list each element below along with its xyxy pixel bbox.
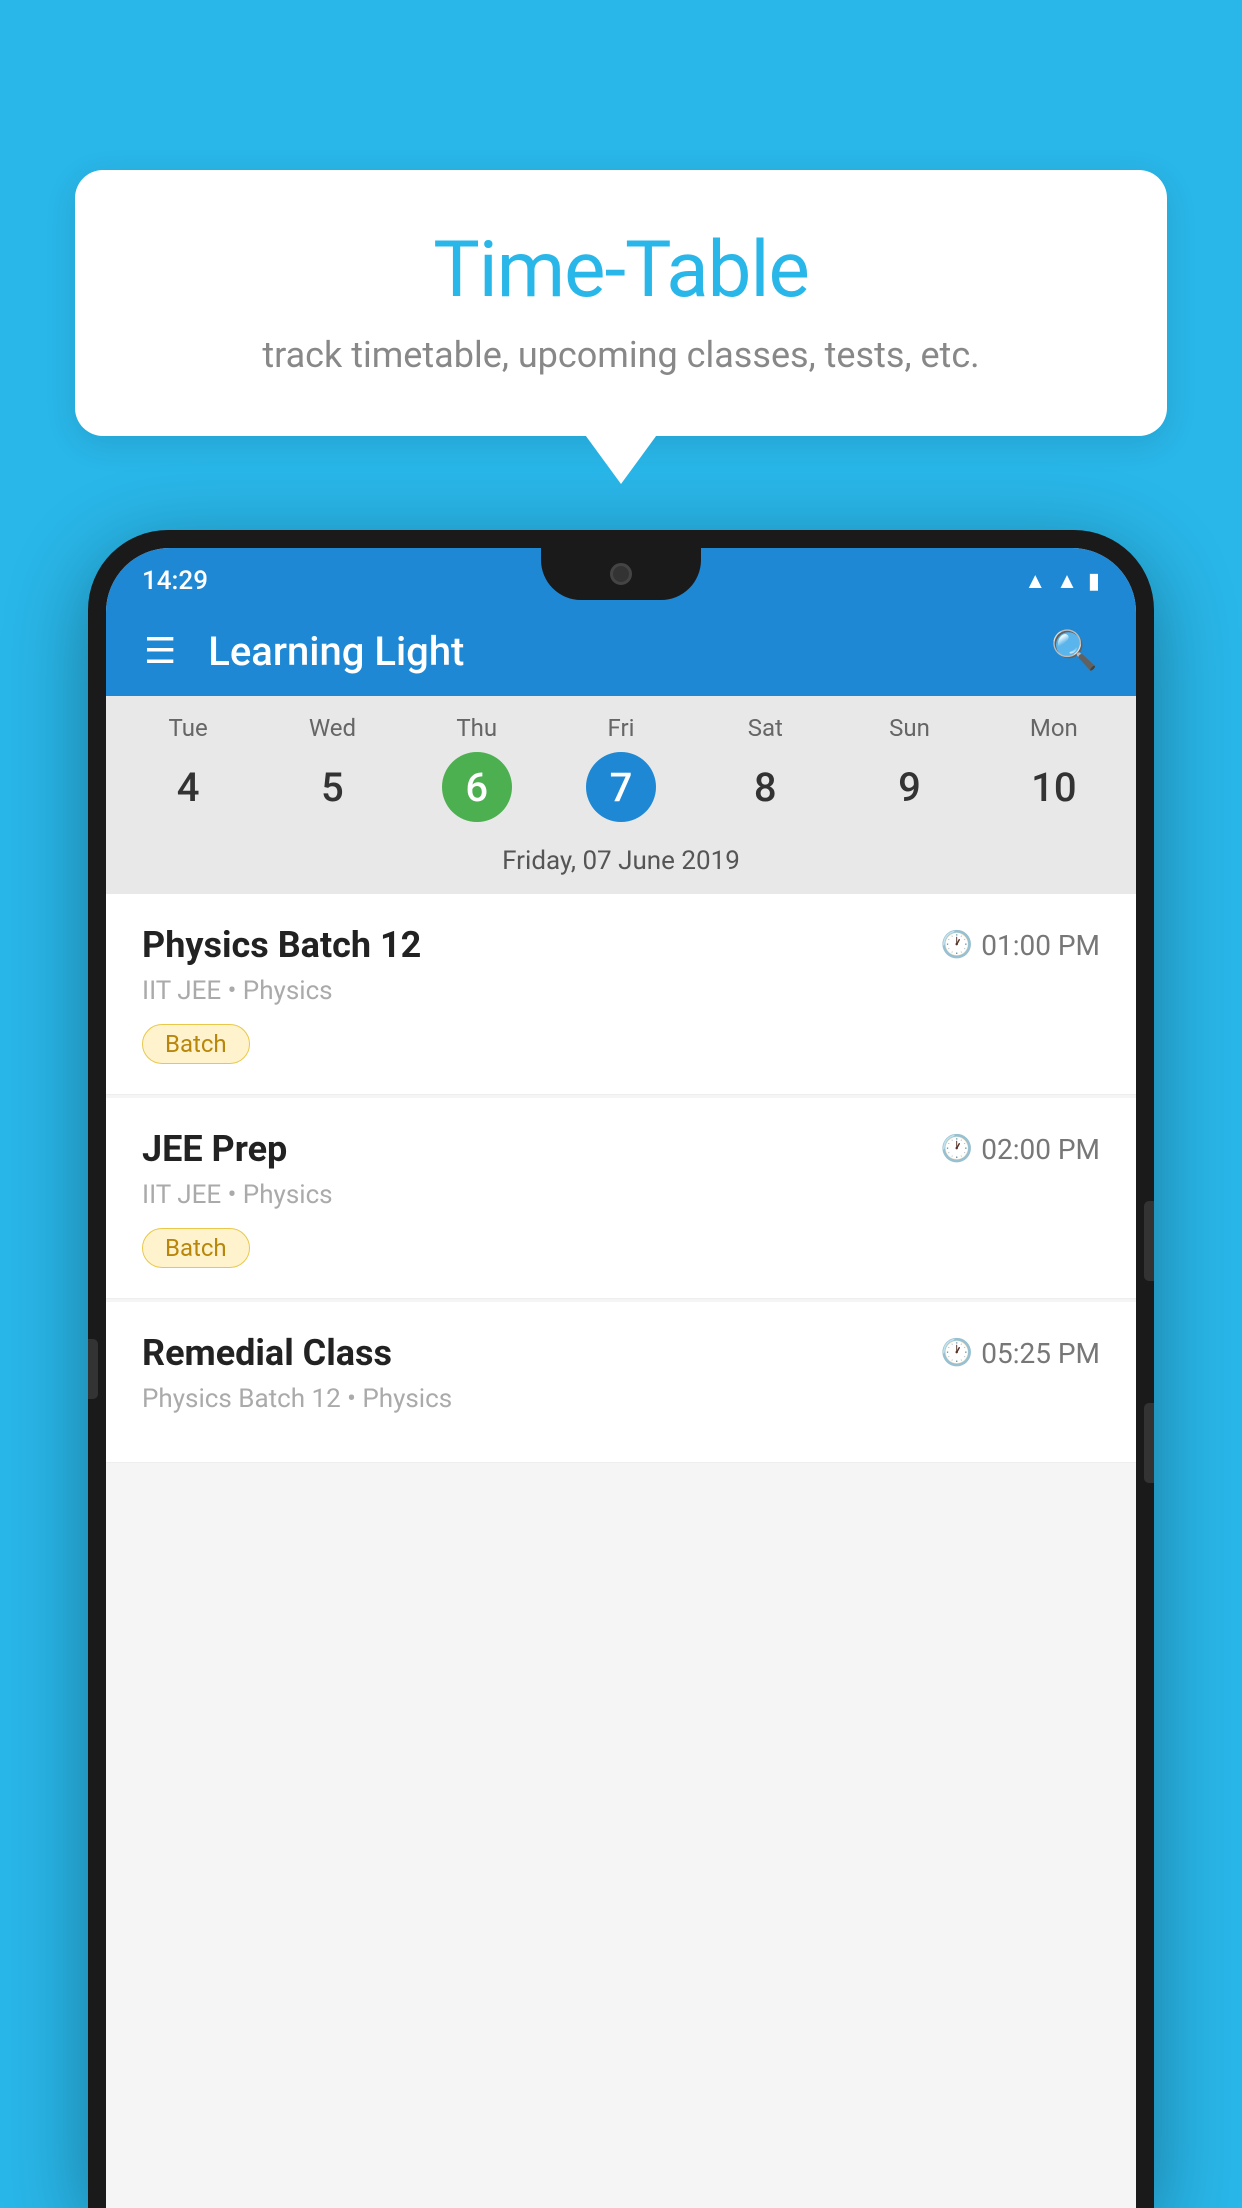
calendar-day-sat[interactable]: Sat 8 [700, 714, 830, 832]
app-bar: ☰ Learning Light 🔍 [106, 606, 1136, 696]
day-label-wed: Wed [309, 714, 356, 742]
day-label-tue: Tue [169, 714, 208, 742]
day-label-sat: Sat [748, 714, 783, 742]
app-title: Learning Light [208, 628, 1018, 675]
phone-frame: 14:29 ▲ ▲ ▮ ☰ Learning Light 🔍 Tue 4 Wed [88, 530, 1154, 2208]
front-camera [610, 563, 632, 585]
day-number-6: 6 [442, 752, 512, 822]
wifi-icon: ▲ [1024, 568, 1046, 594]
schedule-time-1: 🕐 01:00 PM [941, 929, 1100, 962]
schedule-item-remedial[interactable]: Remedial Class 🕐 05:25 PM Physics Batch … [106, 1302, 1136, 1463]
schedule-subtitle-3: Physics Batch 12 • Physics [142, 1384, 1100, 1414]
schedule-item-physics-batch[interactable]: Physics Batch 12 🕐 01:00 PM IIT JEE • Ph… [106, 894, 1136, 1095]
day-label-mon: Mon [1030, 714, 1078, 742]
hamburger-menu-icon[interactable]: ☰ [136, 622, 184, 680]
calendar-day-row: Tue 4 Wed 5 Thu 6 Fri 7 Sat 8 [106, 714, 1136, 832]
batch-badge-1: Batch [142, 1024, 250, 1064]
schedule-time-2: 🕐 02:00 PM [941, 1133, 1100, 1166]
calendar-day-tue[interactable]: Tue 4 [123, 714, 253, 832]
speech-bubble-title: Time-Table [135, 225, 1107, 316]
day-number-7: 7 [586, 752, 656, 822]
selected-date-label: Friday, 07 June 2019 [106, 832, 1136, 894]
schedule-item-header-1: Physics Batch 12 🕐 01:00 PM [142, 924, 1100, 966]
day-number-9: 9 [875, 752, 945, 822]
schedule-time-3: 🕐 05:25 PM [941, 1337, 1100, 1370]
speech-bubble-subtitle: track timetable, upcoming classes, tests… [135, 334, 1107, 376]
clock-icon-1: 🕐 [941, 930, 973, 960]
schedule-title-2: JEE Prep [142, 1128, 287, 1170]
phone-power-button [1144, 1201, 1154, 1281]
clock-icon-3: 🕐 [941, 1338, 973, 1368]
schedule-item-header-2: JEE Prep 🕐 02:00 PM [142, 1128, 1100, 1170]
schedule-title-3: Remedial Class [142, 1332, 392, 1374]
day-number-10: 10 [1019, 752, 1089, 822]
calendar-day-thu[interactable]: Thu 6 [412, 714, 542, 832]
batch-badge-2: Batch [142, 1228, 250, 1268]
status-icons: ▲ ▲ ▮ [1024, 568, 1100, 594]
phone-notch [541, 548, 701, 600]
phone-power-button-2 [1144, 1403, 1154, 1483]
schedule-subtitle-2: IIT JEE • Physics [142, 1180, 1100, 1210]
schedule-subtitle-1: IIT JEE • Physics [142, 976, 1100, 1006]
schedule-item-jee-prep[interactable]: JEE Prep 🕐 02:00 PM IIT JEE • Physics Ba… [106, 1098, 1136, 1299]
phone-screen: 14:29 ▲ ▲ ▮ ☰ Learning Light 🔍 Tue 4 Wed [106, 548, 1136, 2208]
calendar-day-wed[interactable]: Wed 5 [267, 714, 397, 832]
day-label-fri: Fri [608, 714, 635, 742]
calendar-day-sun[interactable]: Sun 9 [845, 714, 975, 832]
calendar-day-fri[interactable]: Fri 7 [556, 714, 686, 832]
schedule-list: Physics Batch 12 🕐 01:00 PM IIT JEE • Ph… [106, 894, 1136, 1466]
day-label-thu: Thu [456, 714, 497, 742]
schedule-title-1: Physics Batch 12 [142, 924, 421, 966]
day-label-sun: Sun [889, 714, 930, 742]
battery-icon: ▮ [1088, 569, 1100, 594]
day-number-4: 4 [153, 752, 223, 822]
phone-volume-button [88, 1339, 98, 1399]
calendar-header: Tue 4 Wed 5 Thu 6 Fri 7 Sat 8 [106, 696, 1136, 894]
day-number-5: 5 [297, 752, 367, 822]
schedule-item-header-3: Remedial Class 🕐 05:25 PM [142, 1332, 1100, 1374]
signal-icon: ▲ [1056, 568, 1078, 594]
calendar-day-mon[interactable]: Mon 10 [989, 714, 1119, 832]
day-number-8: 8 [730, 752, 800, 822]
status-time: 14:29 [142, 566, 208, 596]
search-icon[interactable]: 🔍 [1043, 621, 1106, 681]
speech-bubble: Time-Table track timetable, upcoming cla… [75, 170, 1167, 436]
clock-icon-2: 🕐 [941, 1134, 973, 1164]
